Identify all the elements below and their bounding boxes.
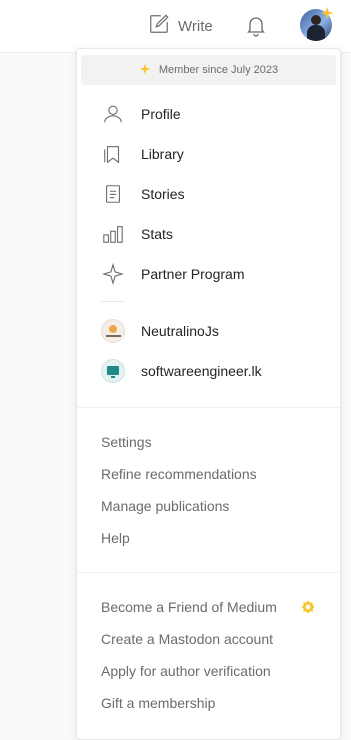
divider xyxy=(101,301,125,302)
top-navigation-bar: Write xyxy=(0,0,351,53)
menu-item-stories[interactable]: Stories xyxy=(101,179,331,209)
menu-item-gift-membership[interactable]: Gift a membership xyxy=(101,691,321,715)
bookmark-icon xyxy=(101,142,125,166)
friend-badge-icon xyxy=(301,600,315,614)
menu-item-become-friend[interactable]: Become a Friend of Medium xyxy=(101,595,321,619)
section-divider xyxy=(77,572,340,573)
menu-item-partner-program[interactable]: Partner Program xyxy=(101,259,331,289)
menu-item-library[interactable]: Library xyxy=(101,139,331,169)
menu-item-create-mastodon[interactable]: Create a Mastodon account xyxy=(101,627,321,651)
pencil-square-icon xyxy=(148,13,170,39)
menu-item-label: Partner Program xyxy=(141,266,245,282)
menu-item-label: Profile xyxy=(141,106,181,122)
stats-icon xyxy=(101,222,125,246)
user-icon xyxy=(101,102,125,126)
account-dropdown-menu: Member since July 2023 Profile Library S… xyxy=(76,48,341,740)
publication-item-softwareengineer[interactable]: softwareengineer.lk xyxy=(101,356,331,386)
menu-item-refine-recommendations[interactable]: Refine recommendations xyxy=(101,462,321,486)
member-star-icon xyxy=(320,6,334,20)
member-since-banner: Member since July 2023 xyxy=(81,55,336,85)
menu-item-manage-publications[interactable]: Manage publications xyxy=(101,494,321,518)
publication-label: softwareengineer.lk xyxy=(141,363,262,379)
menu-item-profile[interactable]: Profile xyxy=(101,99,331,129)
menu-item-stats[interactable]: Stats xyxy=(101,219,331,249)
publication-logo-wrapper xyxy=(101,319,125,343)
member-since-text: Member since July 2023 xyxy=(158,64,279,76)
write-label: Write xyxy=(178,17,213,35)
sparkle-outline-icon xyxy=(101,262,125,286)
softwareengineer-logo xyxy=(101,359,125,383)
menu-item-label: Stories xyxy=(141,186,185,202)
publication-item-neutralinojs[interactable]: NeutralinoJs xyxy=(101,316,331,346)
menu-item-author-verification[interactable]: Apply for author verification xyxy=(101,659,321,683)
write-button[interactable]: Write xyxy=(148,13,213,39)
bell-icon[interactable] xyxy=(244,13,268,37)
neutralinojs-logo xyxy=(101,319,125,343)
menu-item-help[interactable]: Help xyxy=(101,526,321,550)
menu-item-label: Library xyxy=(141,146,184,162)
section-divider xyxy=(77,407,340,408)
document-icon xyxy=(101,182,125,206)
menu-item-settings[interactable]: Settings xyxy=(101,430,321,454)
menu-item-label: Stats xyxy=(141,226,173,242)
sparkle-icon xyxy=(139,63,151,78)
publication-logo-wrapper xyxy=(101,359,125,383)
publication-label: NeutralinoJs xyxy=(141,323,219,339)
